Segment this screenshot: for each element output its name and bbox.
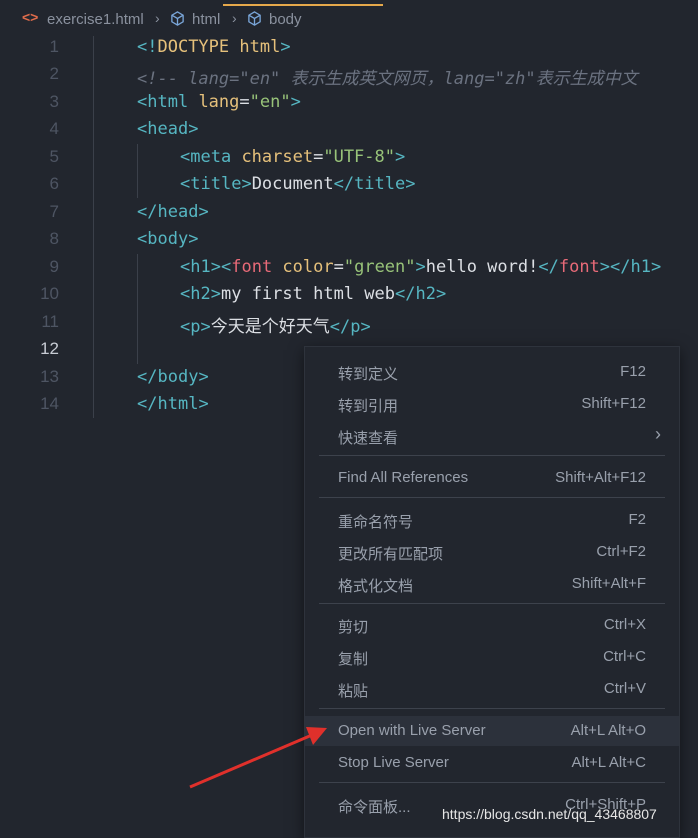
watermark: https://blog.csdn.net/qq_43468807 [442, 806, 657, 822]
annotation-arrow-icon [189, 727, 327, 789]
